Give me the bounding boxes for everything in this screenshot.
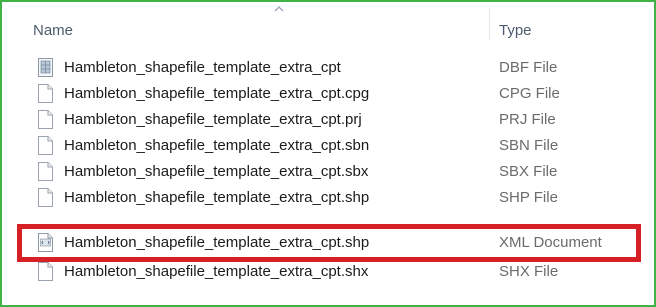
file-name: Hambleton_shapefile_template_extra_cpt.p… <box>64 111 362 128</box>
file-row[interactable]: Hambleton_shapefile_template_extra_cpt.p… <box>2 107 654 133</box>
file-type: SHX File <box>499 263 559 280</box>
generic-file-icon <box>38 188 53 207</box>
generic-file-icon <box>38 136 53 155</box>
generic-file-icon <box>38 84 53 103</box>
file-type: SHP File <box>499 189 558 206</box>
file-row[interactable]: Hambleton_shapefile_template_extra_cpt.c… <box>2 81 654 107</box>
sort-ascending-icon[interactable] <box>274 6 284 12</box>
file-row[interactable]: Hambleton_shapefile_template_extra_cpt.s… <box>2 133 654 159</box>
file-name: Hambleton_shapefile_template_extra_cpt.s… <box>64 263 369 280</box>
column-divider[interactable] <box>489 8 490 40</box>
file-name: Hambleton_shapefile_template_extra_cpt.s… <box>64 189 370 206</box>
file-row[interactable]: Hambleton_shapefile_template_extra_cpt.s… <box>2 230 654 256</box>
generic-file-icon <box>38 110 53 129</box>
file-row[interactable]: Hambleton_shapefile_template_extra_cpt D… <box>2 55 654 81</box>
file-type: SBX File <box>499 163 558 180</box>
file-explorer-pane: Name Type Hambleton_shapefile_template_e… <box>0 0 656 307</box>
file-type: XML Document <box>499 234 602 251</box>
file-name: Hambleton_shapefile_template_extra_cpt.c… <box>64 85 370 102</box>
dbf-file-icon <box>38 58 53 77</box>
file-name: Hambleton_shapefile_template_extra_cpt.s… <box>64 137 370 154</box>
file-name: Hambleton_shapefile_template_extra_cpt <box>64 59 341 76</box>
column-header-name[interactable]: Name <box>33 22 73 39</box>
file-row[interactable]: Hambleton_shapefile_template_extra_cpt.s… <box>2 259 654 285</box>
generic-file-icon <box>38 162 53 181</box>
file-type: PRJ File <box>499 111 556 128</box>
column-header-type[interactable]: Type <box>499 22 532 39</box>
file-type: DBF File <box>499 59 558 76</box>
generic-file-icon <box>38 262 53 281</box>
file-type: SBN File <box>499 137 559 154</box>
column-header-row: Name Type <box>2 2 654 44</box>
file-type: CPG File <box>499 85 560 102</box>
file-name: Hambleton_shapefile_template_extra_cpt.s… <box>64 234 370 251</box>
file-row[interactable]: Hambleton_shapefile_template_extra_cpt.s… <box>2 185 654 211</box>
file-row[interactable]: Hambleton_shapefile_template_extra_cpt.s… <box>2 159 654 185</box>
xml-file-icon <box>38 233 53 252</box>
file-name: Hambleton_shapefile_template_extra_cpt.s… <box>64 163 369 180</box>
